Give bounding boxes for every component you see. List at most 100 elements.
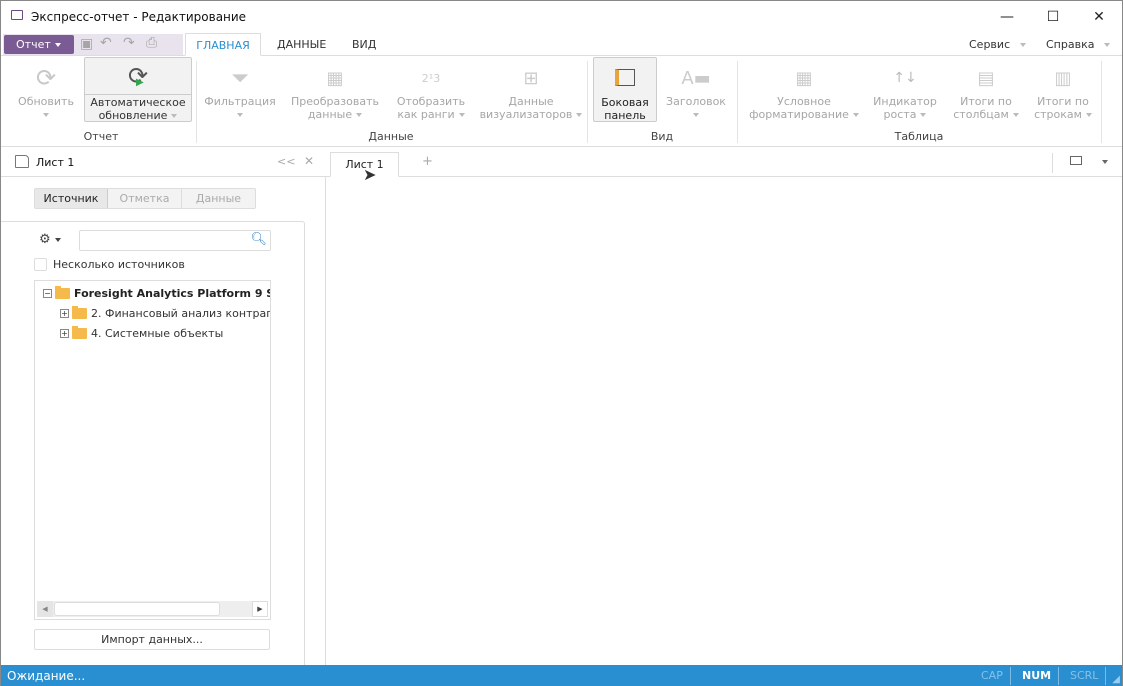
expand-icon[interactable]: + [60, 308, 69, 318]
tab-view[interactable]: ВИД [352, 38, 376, 51]
scrl-indicator: SCRL [1070, 669, 1099, 682]
segment-data[interactable]: Данные [182, 189, 255, 208]
chevron-down-icon[interactable] [1102, 160, 1108, 164]
rowtot-label-2: строкам [1034, 108, 1082, 121]
print-icon[interactable]: ⎙ [146, 35, 157, 51]
growth-indicator-button[interactable]: ↑↓ Индикатор роста [867, 61, 943, 122]
coltot-label-2-row: столбцам [949, 108, 1023, 121]
refresh-icon: ⟳ [35, 63, 57, 92]
folder-icon [55, 285, 70, 299]
add-sheet-button[interactable]: + [422, 154, 433, 169]
chevron-down-icon [576, 113, 583, 117]
chevron-down-icon [1012, 113, 1019, 117]
close-button[interactable]: ✕ [1076, 1, 1122, 33]
menu-row: Отчет ▣ ↶ ↷ ⎙ ГЛАВНАЯ ДАННЫЕ ВИД Сервис … [1, 33, 1122, 56]
viz-label-2: визуализаторов [479, 108, 573, 121]
conditional-formatting-button[interactable]: ▦ Условное форматирование [745, 61, 863, 121]
coltot-label-1: Итоги по [960, 95, 1012, 108]
help-label: Справка [1046, 38, 1095, 51]
tree-item-label: 4. Системные объекты [91, 326, 224, 340]
multi-sources-label: Несколько источников [53, 258, 185, 271]
group-label-data: Данные [368, 130, 414, 143]
import-data-button[interactable]: Импорт данных... [34, 629, 270, 650]
chevron-down-icon [852, 113, 859, 117]
coltot-label-2: столбцам [953, 108, 1009, 121]
tree-item[interactable]: − Foresight Analytics Platform 9 Sample [43, 283, 270, 303]
transform-data-button[interactable]: ▦ Преобразовать данные [287, 61, 383, 121]
rowtot-label-1: Итоги по [1037, 95, 1089, 108]
report-menu-label: Отчет [16, 38, 51, 51]
side-panel-label-1: Боковая [601, 96, 649, 109]
side-panel-button[interactable]: Боковая панель [593, 57, 657, 122]
visualizer-data-button[interactable]: ⊞ Данные визуализаторов [479, 61, 583, 121]
header-icon: A▬ [681, 67, 711, 89]
app-icon [11, 10, 23, 20]
save-icon[interactable]: ▣ [80, 36, 93, 52]
resize-grip-icon[interactable]: ◢ [1112, 674, 1120, 685]
ribbon-separator [196, 61, 197, 143]
show-as-ranks-button[interactable]: 2¹3 Отобразить как ранги [391, 61, 471, 122]
folder-icon [72, 305, 87, 319]
scroll-left-button[interactable]: ◀ [37, 601, 53, 617]
auto-update-label-2-row: обновление [85, 109, 191, 122]
sheet-icon [15, 155, 29, 168]
search-input[interactable]: 🔍︎ [79, 230, 271, 251]
auto-update-button[interactable]: ⟳ ▶ Автоматическое обновление [84, 57, 192, 122]
redo-icon[interactable]: ↷ [123, 35, 135, 51]
chevron-down-icon [1020, 43, 1027, 47]
conditional-formatting-icon: ▦ [795, 67, 813, 89]
tree-item[interactable]: +4. Системные объекты [60, 323, 223, 343]
tree-item[interactable]: +2. Финансовый анализ контрагентов [60, 303, 270, 323]
ribbon-separator [1101, 61, 1102, 143]
chevron-down-icon [54, 43, 61, 47]
title-bar: Экспресс-отчет - Редактирование — ☐ ✕ [1, 1, 1122, 33]
horizontal-scrollbar[interactable]: ◀ ▶ [37, 601, 268, 617]
viz-label-1: Данные [508, 95, 554, 108]
multi-sources-checkbox[interactable] [34, 258, 47, 271]
segment-source[interactable]: Источник [35, 189, 108, 208]
row-totals-button[interactable]: ▥ Итоги по строкам [1027, 61, 1099, 121]
status-bar: Ожидание... CAP NUM SCRL ◢ [1, 665, 1122, 686]
chevron-down-icon [43, 113, 49, 117]
tree-item-label: Foresight Analytics Platform 9 Sample [74, 286, 270, 300]
settings-gear-icon[interactable]: ⚙ [39, 232, 61, 247]
column-totals-button[interactable]: ▤ Итоги по столбцам [949, 61, 1023, 121]
window-layout-icon[interactable] [1070, 156, 1082, 165]
close-panel-button[interactable]: ✕ [304, 154, 314, 168]
segment-selection[interactable]: Отметка [108, 189, 182, 208]
minimize-button[interactable]: — [984, 1, 1030, 33]
undo-icon[interactable]: ↶ [100, 35, 112, 51]
growth-indicator-icon: ↑↓ [893, 69, 917, 86]
auto-update-icon: ⟳ ▶ [85, 58, 191, 95]
transform-icon: ▦ [326, 67, 344, 89]
transform-label-2-row: данные [287, 108, 383, 121]
divider [1052, 153, 1053, 173]
row-totals-icon: ▥ [1054, 67, 1072, 89]
group-label-table: Таблица [894, 130, 944, 143]
collapse-panel-button[interactable]: << [277, 155, 295, 168]
header-button[interactable]: A▬ Заголовок [663, 61, 729, 121]
visualizer-data-icon: ⊞ [523, 67, 539, 89]
report-menu-button[interactable]: Отчет [4, 35, 74, 54]
scroll-thumb[interactable] [54, 602, 220, 616]
tab-data[interactable]: ДАННЫЕ [277, 38, 326, 51]
viz-label-2-row: визуализаторов [479, 108, 583, 121]
search-icon[interactable]: 🔍︎ [250, 232, 267, 247]
tab-home[interactable]: ГЛАВНАЯ [185, 33, 261, 56]
ranks-label-2: как ранги [397, 108, 455, 121]
expand-icon[interactable]: + [60, 328, 69, 338]
filter-button[interactable]: ⏷ Фильтрация [201, 61, 279, 121]
num-indicator: NUM [1022, 669, 1052, 682]
refresh-button[interactable]: ⟳ Обновить [14, 61, 78, 121]
refresh-label: Обновить [18, 95, 74, 108]
group-label-report: Отчет [83, 130, 119, 143]
collapse-icon[interactable]: − [43, 288, 52, 298]
help-menu[interactable]: Справка [1046, 38, 1111, 51]
chevron-down-icon [1104, 43, 1111, 47]
scroll-right-button[interactable]: ▶ [252, 601, 268, 617]
cond-label-1: Условное [777, 95, 831, 108]
maximize-button[interactable]: ☐ [1030, 1, 1076, 33]
service-menu[interactable]: Сервис [969, 38, 1027, 51]
chevron-down-icon [1085, 113, 1092, 117]
divider [1010, 667, 1011, 685]
